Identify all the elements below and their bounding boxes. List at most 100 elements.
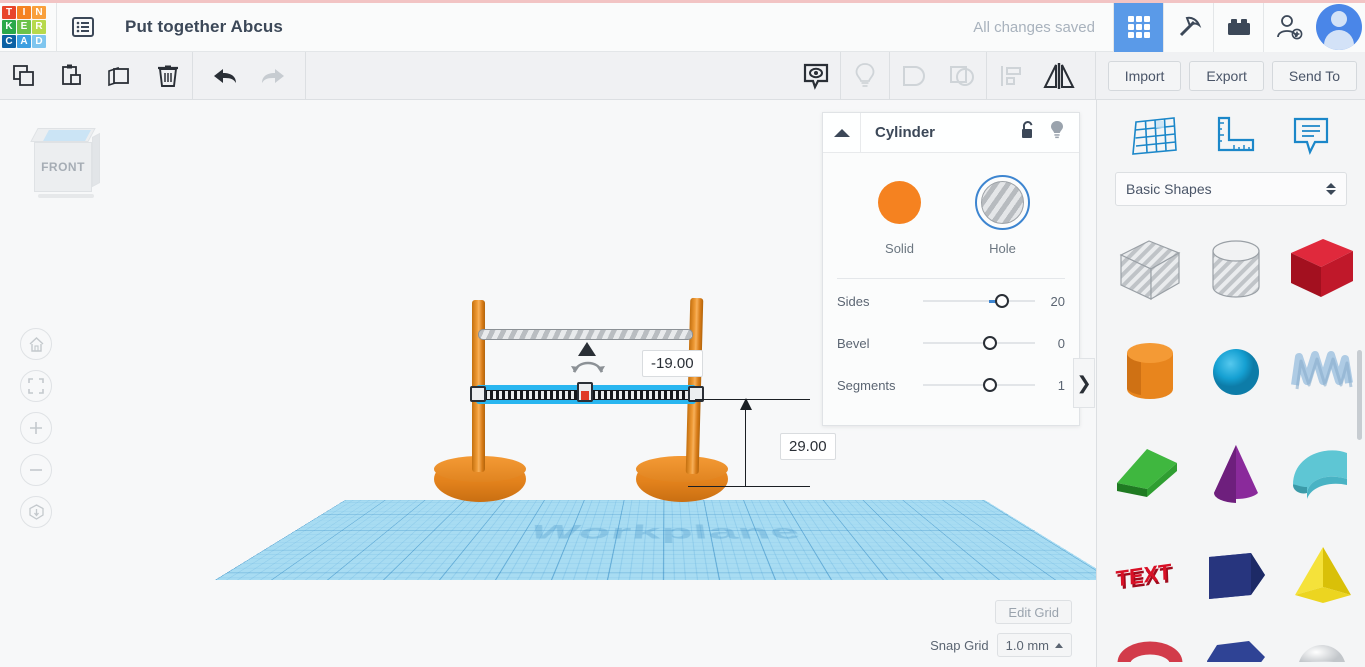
segments-slider-track[interactable] [913,378,1031,392]
resize-handle-left[interactable] [470,386,486,402]
lightbulb-icon[interactable] [1049,120,1065,145]
toolbar-divider-1 [192,52,193,100]
measure-length-label[interactable]: 29.00 [780,433,836,460]
duplicate-icon[interactable] [96,52,144,100]
lego-brick-icon[interactable] [1213,3,1263,52]
view-cube-side-face[interactable] [92,133,100,187]
pickaxe-icon[interactable] [1163,3,1213,52]
solid-mode[interactable]: Solid [872,175,927,256]
properties-panel-body: Solid Hole Sides 20 Bevel 0 Segments 1 [823,153,1079,405]
bevel-slider-knob[interactable] [983,336,997,350]
avatar[interactable] [1313,3,1365,52]
shapes-sidebar: Basic Shapes TEXT TEXT [1096,100,1365,667]
copy-icon[interactable] [0,52,48,100]
app-header: TIN KER CAD Put together Abcus All changes… [0,3,1365,52]
note-icon[interactable] [1290,114,1332,158]
main-toolbar: Import Export Send To [0,52,1365,100]
shape-polygon[interactable] [1193,528,1279,624]
solid-color-swatch [878,181,921,224]
segments-slider-knob[interactable] [983,378,997,392]
base-right-top [636,456,728,482]
shape-box[interactable] [1279,222,1365,318]
properties-divider [837,278,1065,279]
perspective-toggle-button[interactable] [20,496,52,528]
shape-sphere[interactable] [1193,324,1279,420]
workplane-label: Workplane [524,521,806,544]
solid-mode-label: Solid [885,241,914,256]
note-eye-icon[interactable] [792,52,840,100]
shape-text[interactable]: TEXT TEXT [1107,528,1193,624]
panel-header-icons [1020,120,1079,145]
snap-grid-select[interactable]: 1.0 mm [997,633,1072,657]
ruler-icon[interactable] [1211,114,1259,158]
shape-box-hole[interactable] [1107,222,1193,318]
zoom-out-button[interactable] [20,454,52,486]
shape-roof[interactable] [1279,426,1365,522]
hole-mode[interactable]: Hole [975,175,1030,256]
grid-gallery-icon[interactable] [1113,3,1163,52]
panel-collapse-button[interactable] [823,113,861,152]
chevron-right-icon[interactable]: ❯ [1073,358,1095,408]
undo-icon[interactable] [201,52,249,100]
shape-cylinder[interactable] [1107,324,1193,420]
view-cube-top-highlight [43,130,91,141]
delete-trash-icon[interactable] [144,52,192,100]
shape-hexagon[interactable] [1193,630,1279,662]
shape-cylinder-hole[interactable] [1193,222,1279,318]
zoom-in-button[interactable] [20,412,52,444]
user-avatar-image [1316,4,1362,50]
abacus-model[interactable]: -19.00 29.00 [420,290,780,520]
segments-slider-row: Segments 1 [823,365,1079,405]
sides-value[interactable]: 20 [1031,294,1065,309]
shape-wedge[interactable] [1107,426,1193,522]
project-menu-button[interactable] [57,3,109,52]
logo-tile-t-0: T [2,6,16,19]
view-cube[interactable]: FRONT [28,128,100,204]
shape-halfsphere[interactable] [1279,630,1365,662]
shape-cone[interactable] [1193,426,1279,522]
mirror-flip-icon[interactable] [1035,52,1083,100]
shape-scribble[interactable] [1279,324,1365,420]
segments-value[interactable]: 1 [1031,378,1065,393]
sidebar-tools [1097,100,1365,172]
export-button[interactable]: Export [1189,61,1263,91]
logo-tile-a-7: A [17,35,31,48]
segments-slider-bar [923,384,1035,386]
workplane-grid-icon[interactable] [1130,114,1180,158]
sides-slider-knob[interactable] [995,294,1009,308]
tinkercad-logo[interactable]: TIN KER CAD [2,6,46,48]
view-cube-front-face[interactable]: FRONT [34,142,92,192]
rotate-handle-icon[interactable] [570,356,606,381]
shape-torus[interactable] [1107,630,1193,662]
logo-tile-i-1: I [17,6,31,19]
sides-label: Sides [837,294,913,309]
import-button[interactable]: Import [1108,61,1182,91]
edit-grid-button[interactable]: Edit Grid [995,600,1072,624]
sidebar-scrollbar[interactable] [1357,350,1362,440]
bevel-slider-bar [923,342,1035,344]
document-title[interactable]: Put together Abcus [125,17,283,37]
toolbar-divider-6 [1095,52,1096,100]
fit-view-button[interactable] [20,370,52,402]
height-handle-center[interactable] [577,382,593,402]
paste-icon[interactable] [48,52,96,100]
shape-category-select[interactable]: Basic Shapes [1115,172,1347,206]
bevel-value[interactable]: 0 [1031,336,1065,351]
shape-name-title: Cylinder [875,124,935,141]
unlock-icon[interactable] [1020,121,1037,145]
move-up-arrow-icon[interactable] [578,342,596,356]
logo-tile-c-6: C [2,35,16,48]
bevel-slider-track[interactable] [913,336,1031,350]
navigation-buttons [20,328,52,538]
add-user-icon[interactable] [1263,3,1313,52]
height-offset-label[interactable]: -19.00 [642,350,703,377]
rod-upper[interactable] [478,329,693,340]
home-view-button[interactable] [20,328,52,360]
measure-line-horizontal-top [695,399,810,400]
sides-slider-track[interactable] [913,294,1031,308]
send-to-button[interactable]: Send To [1272,61,1357,91]
bevel-slider-row: Bevel 0 [823,323,1079,363]
solid-hole-mode-row: Solid Hole [823,175,1079,256]
shape-pyramid[interactable] [1279,528,1365,624]
view-cube-shadow [38,194,94,198]
